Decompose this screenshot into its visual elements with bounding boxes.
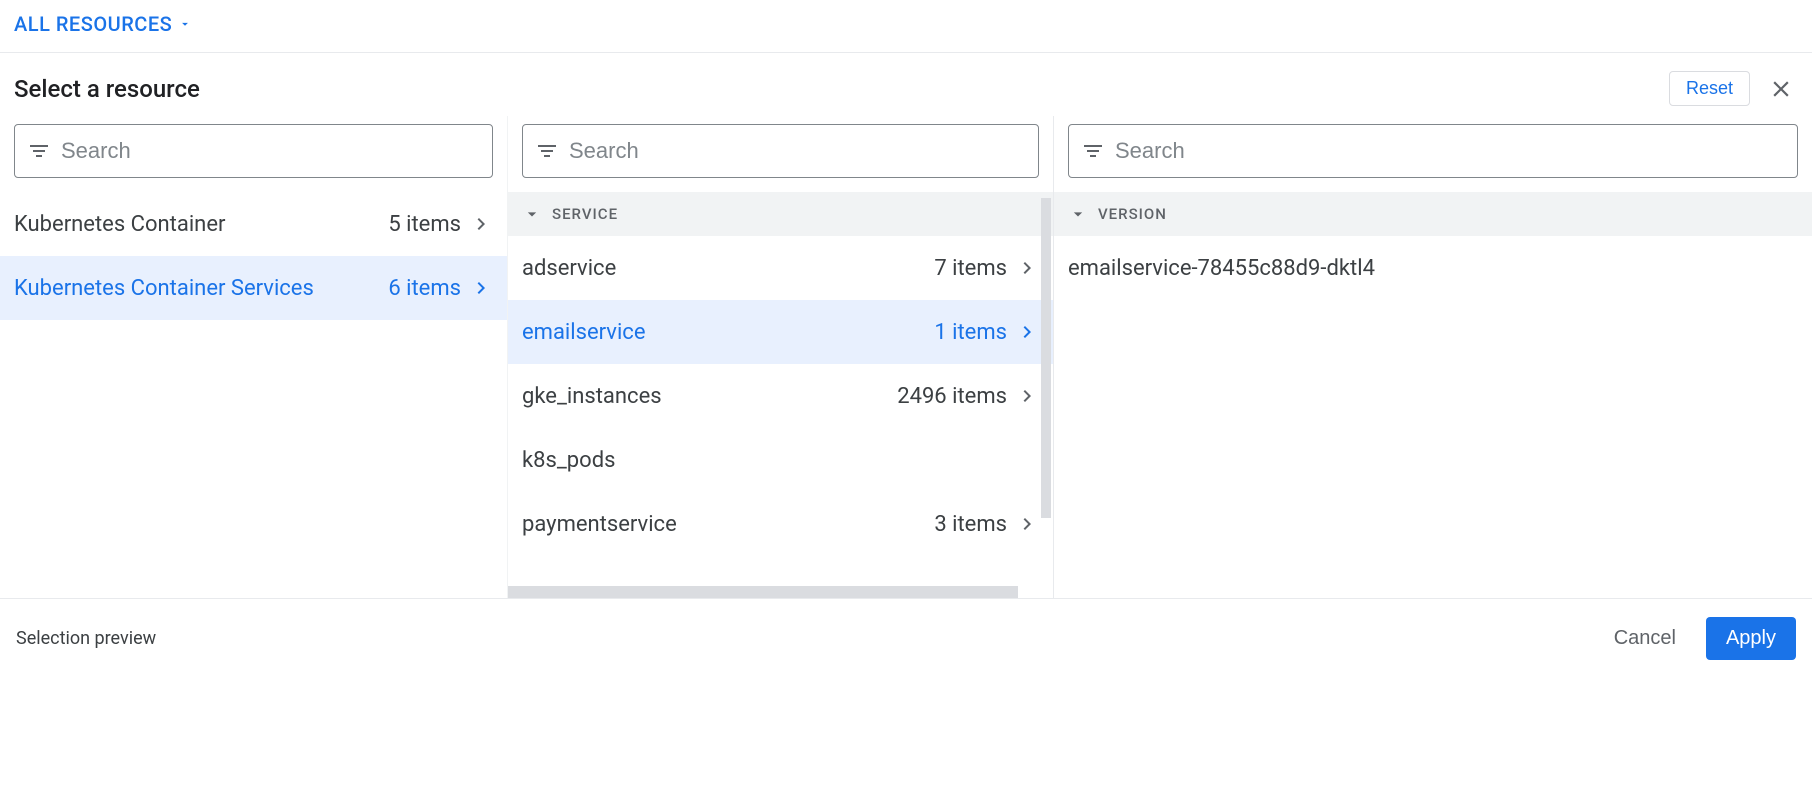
apply-button[interactable]: Apply [1706, 617, 1796, 660]
chevron-right-icon [1015, 384, 1039, 408]
chevron-down-icon [1068, 204, 1088, 224]
cancel-button[interactable]: Cancel [1602, 619, 1688, 658]
selection-preview-label: Selection preview [16, 628, 156, 649]
list-item[interactable]: adservice 7 items [508, 236, 1053, 300]
list-item[interactable]: Kubernetes Container Services 6 items [0, 256, 507, 320]
item-label: emailservice-78455c88d9-dktl4 [1068, 256, 1798, 281]
list-item[interactable]: k8s_pods [508, 428, 1053, 492]
resource-type-list: Kubernetes Container 5 items Kubernetes … [0, 192, 507, 598]
all-resources-dropdown[interactable]: ALL RESOURCES [14, 12, 192, 36]
search-field[interactable] [14, 124, 493, 178]
section-header-service[interactable]: SERVICE [508, 192, 1053, 236]
search-wrap [508, 116, 1053, 192]
column-version: VERSION emailservice-78455c88d9-dktl4 [1054, 116, 1812, 598]
item-label: paymentservice [522, 512, 934, 537]
list-item[interactable]: emailservice 1 items [508, 300, 1053, 364]
footer-actions: Cancel Apply [1602, 617, 1796, 660]
list-item[interactable]: paymentservice 3 items [508, 492, 1053, 556]
search-field[interactable] [1068, 124, 1798, 178]
top-bar: ALL RESOURCES [0, 0, 1812, 53]
chevron-right-icon [469, 212, 493, 236]
chevron-down-icon [522, 204, 542, 224]
item-count: 1 items [934, 320, 1007, 345]
item-label: adservice [522, 256, 934, 281]
service-list: adservice 7 items emailservice 1 items g… [508, 236, 1053, 598]
chevron-right-icon [1015, 320, 1039, 344]
item-label: gke_instances [522, 384, 897, 409]
column-service: SERVICE adservice 7 items emailservice 1… [508, 116, 1054, 598]
close-button[interactable] [1764, 72, 1798, 106]
list-item[interactable]: emailservice-78455c88d9-dktl4 [1054, 236, 1812, 300]
page-title: Select a resource [14, 75, 200, 103]
search-input[interactable] [1115, 138, 1785, 164]
version-list: emailservice-78455c88d9-dktl4 [1054, 236, 1812, 598]
list-item[interactable]: Kubernetes Container 5 items [0, 192, 507, 256]
search-input[interactable] [61, 138, 480, 164]
search-input[interactable] [569, 138, 1026, 164]
item-label: Kubernetes Container Services [14, 276, 388, 301]
scrollbar-vertical[interactable] [1039, 198, 1053, 580]
item-label: Kubernetes Container [14, 212, 388, 237]
reset-button[interactable]: Reset [1669, 71, 1750, 106]
close-icon [1768, 76, 1794, 102]
item-label: k8s_pods [522, 448, 1039, 473]
item-count: 5 items [388, 212, 461, 237]
list-item[interactable]: gke_instances 2496 items [508, 364, 1053, 428]
chevron-right-icon [469, 276, 493, 300]
search-field[interactable] [522, 124, 1039, 178]
section-label: VERSION [1098, 205, 1167, 223]
scrollbar-thumb[interactable] [1041, 198, 1051, 518]
columns: Kubernetes Container 5 items Kubernetes … [0, 116, 1812, 598]
search-wrap [0, 116, 507, 192]
item-count: 7 items [934, 256, 1007, 281]
column-resource-type: Kubernetes Container 5 items Kubernetes … [0, 116, 508, 598]
chevron-right-icon [1015, 512, 1039, 536]
item-count: 3 items [934, 512, 1007, 537]
item-label: emailservice [522, 320, 934, 345]
header-row: Select a resource Reset [0, 53, 1812, 116]
filter-icon [1081, 139, 1105, 163]
caret-down-icon [178, 17, 192, 31]
filter-icon [27, 139, 51, 163]
dropdown-label: ALL RESOURCES [14, 12, 172, 36]
footer: Selection preview Cancel Apply [0, 598, 1812, 678]
chevron-right-icon [1015, 256, 1039, 280]
scrollbar-horizontal[interactable] [508, 586, 1018, 598]
item-count: 2496 items [897, 384, 1007, 409]
section-header-version[interactable]: VERSION [1054, 192, 1812, 236]
item-count: 6 items [388, 276, 461, 301]
filter-icon [535, 139, 559, 163]
section-label: SERVICE [552, 205, 618, 223]
header-actions: Reset [1669, 71, 1798, 106]
search-wrap [1054, 116, 1812, 192]
